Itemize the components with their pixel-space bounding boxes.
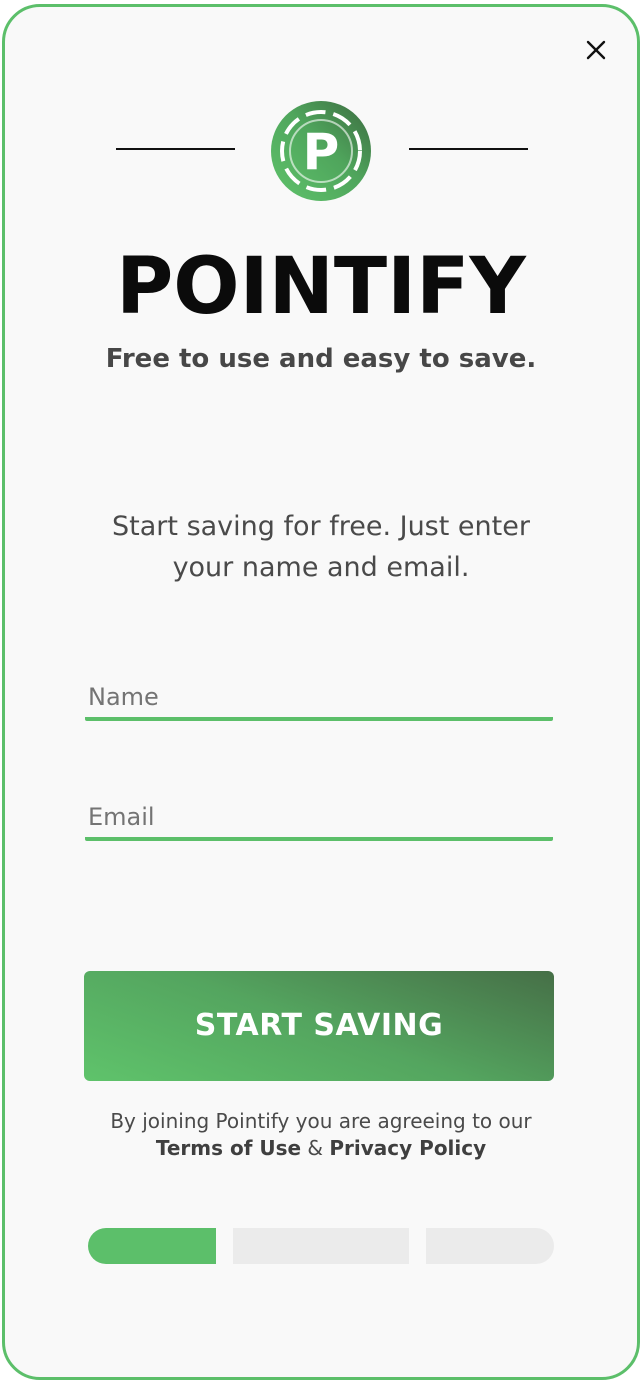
progress-step-1-active xyxy=(88,1228,216,1264)
intro-text: Start saving for free. Just enter your n… xyxy=(112,511,530,583)
logo-divider-left xyxy=(116,148,235,150)
progress-step-3 xyxy=(426,1228,554,1264)
close-icon xyxy=(586,40,606,60)
logo-letter: P xyxy=(303,123,340,181)
progress-step-2 xyxy=(233,1228,409,1264)
privacy-policy-link[interactable]: Privacy Policy xyxy=(329,1136,486,1160)
brand-tagline: Free to use and easy to save. xyxy=(105,344,537,374)
name-field[interactable] xyxy=(85,677,553,721)
legal-separator: & xyxy=(307,1136,324,1160)
email-field[interactable] xyxy=(85,797,553,841)
close-button[interactable] xyxy=(582,36,610,64)
legal-notice: By joining Pointify you are agreeing to … xyxy=(0,1108,642,1162)
terms-of-use-link[interactable]: Terms of Use xyxy=(156,1136,301,1160)
pointify-logo-icon: P xyxy=(270,100,372,202)
legal-prefix: By joining Pointify you are agreeing to … xyxy=(110,1109,532,1133)
start-saving-button[interactable]: START SAVING xyxy=(84,971,554,1081)
logo-divider-right xyxy=(409,148,528,150)
brand-title: POINTIFY xyxy=(116,242,526,332)
